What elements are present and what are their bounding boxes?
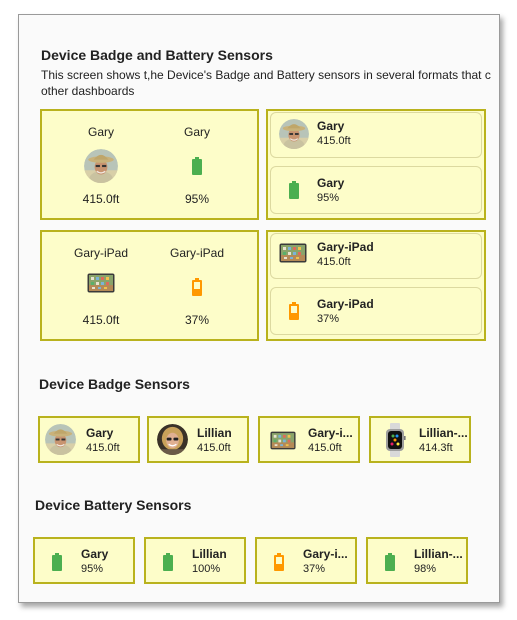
- gary-avatar-icon: [45, 424, 76, 455]
- gary-avatar-icon: [279, 119, 309, 149]
- battery-value: 100%: [192, 563, 221, 575]
- badge-name: Gary-iPad: [73, 246, 129, 260]
- battery-full-icon: [385, 553, 395, 571]
- description-line-2: other dashboards: [41, 84, 135, 98]
- battery-low-icon: [274, 553, 284, 571]
- badge-name: Gary: [86, 426, 114, 440]
- ipad-vertical-card: Gary-iPad 415.0ft Gary-iPad 37%: [40, 230, 259, 341]
- badge-chip-lillian[interactable]: Lillian 415.0ft: [147, 416, 249, 463]
- badge-value: 414.3ft: [419, 442, 453, 454]
- battery-name: Gary-i...: [303, 547, 348, 561]
- battery-value: 37%: [317, 313, 340, 325]
- gary-battery-horizontal[interactable]: Gary 95%: [270, 166, 482, 214]
- badge-value: 415.0ft: [86, 442, 120, 454]
- battery-full-icon: [163, 553, 173, 571]
- badge-name: Lillian: [197, 426, 232, 440]
- ipad-icon: [279, 243, 307, 263]
- lillian-avatar-icon: [157, 424, 188, 455]
- battery-value: 95%: [81, 563, 104, 575]
- battery-full-icon: [52, 553, 62, 571]
- battery-name: Lillian: [192, 547, 227, 561]
- section-title-badge-and-battery: Device Badge and Battery Sensors: [41, 47, 273, 63]
- battery-value: 98%: [414, 563, 437, 575]
- description-line-1: This screen shows t,he Device's Badge an…: [41, 68, 491, 82]
- badge-value: 415.0ft: [197, 442, 231, 454]
- badge-value: 415.0ft: [317, 256, 351, 268]
- battery-full-icon: [289, 181, 299, 199]
- battery-low-icon: [192, 278, 202, 296]
- gary-horizontal-card: Gary 415.0ft Gary 95%: [266, 109, 486, 220]
- dashboard-window: Device Badge and Battery Sensors This sc…: [18, 14, 500, 603]
- badge-name: Lillian-...: [419, 426, 468, 440]
- badge-value: 415.0ft: [317, 135, 351, 147]
- battery-chip-gary[interactable]: Gary 95%: [33, 537, 135, 584]
- section-title-badge-sensors: Device Badge Sensors: [39, 376, 190, 392]
- ipad-badge-vertical[interactable]: Gary-iPad 415.0ft: [66, 246, 136, 330]
- gary-badge-vertical[interactable]: Gary 415.0ft: [66, 125, 136, 209]
- battery-name: Gary: [81, 547, 109, 561]
- section-description: This screen shows t,he Device's Badge an…: [41, 67, 496, 99]
- battery-full-icon: [192, 157, 202, 175]
- badge-chip-gary[interactable]: Gary 415.0ft: [38, 416, 140, 463]
- ipad-icon: [87, 273, 115, 293]
- ipad-icon: [270, 431, 296, 450]
- battery-value: 37%: [303, 563, 326, 575]
- badge-chip-gary-ipad[interactable]: Gary-i... 415.0ft: [258, 416, 360, 463]
- watch-icon: [384, 423, 406, 457]
- badge-name: Gary-iPad: [317, 240, 374, 254]
- badge-value: 415.0ft: [308, 442, 342, 454]
- battery-name: Gary-iPad: [317, 297, 374, 311]
- battery-chip-lillian[interactable]: Lillian 100%: [144, 537, 246, 584]
- gary-badge-horizontal[interactable]: Gary 415.0ft: [270, 112, 482, 158]
- gary-battery-vertical[interactable]: Gary 95%: [162, 125, 232, 209]
- ipad-battery-horizontal[interactable]: Gary-iPad 37%: [270, 287, 482, 335]
- ipad-horizontal-card: Gary-iPad 415.0ft Gary-iPad 37%: [266, 230, 486, 341]
- battery-name: Gary: [183, 125, 210, 139]
- battery-name: Lillian-...: [414, 547, 463, 561]
- gary-avatar-icon: [84, 149, 118, 183]
- battery-value: 37%: [184, 313, 210, 327]
- battery-value: 95%: [317, 192, 340, 204]
- badge-value: 415.0ft: [82, 192, 120, 206]
- badge-value: 415.0ft: [82, 313, 120, 327]
- battery-name: Gary: [317, 176, 345, 190]
- gary-vertical-card: Gary 415.0ft Gary 95%: [40, 109, 259, 220]
- battery-value: 95%: [184, 192, 210, 206]
- battery-name: Gary-iPad: [169, 246, 225, 260]
- badge-chip-lillian-watch[interactable]: Lillian-... 414.3ft: [369, 416, 471, 463]
- ipad-battery-vertical[interactable]: Gary-iPad 37%: [162, 246, 232, 330]
- battery-low-icon: [289, 302, 299, 320]
- section-title-battery-sensors: Device Battery Sensors: [35, 497, 192, 513]
- badge-name: Gary: [317, 119, 345, 133]
- badge-name: Gary-i...: [308, 426, 353, 440]
- battery-chip-gary-ipad[interactable]: Gary-i... 37%: [255, 537, 357, 584]
- ipad-badge-horizontal[interactable]: Gary-iPad 415.0ft: [270, 233, 482, 279]
- battery-chip-lillian-watch[interactable]: Lillian-... 98%: [366, 537, 468, 584]
- badge-name: Gary: [87, 125, 114, 139]
